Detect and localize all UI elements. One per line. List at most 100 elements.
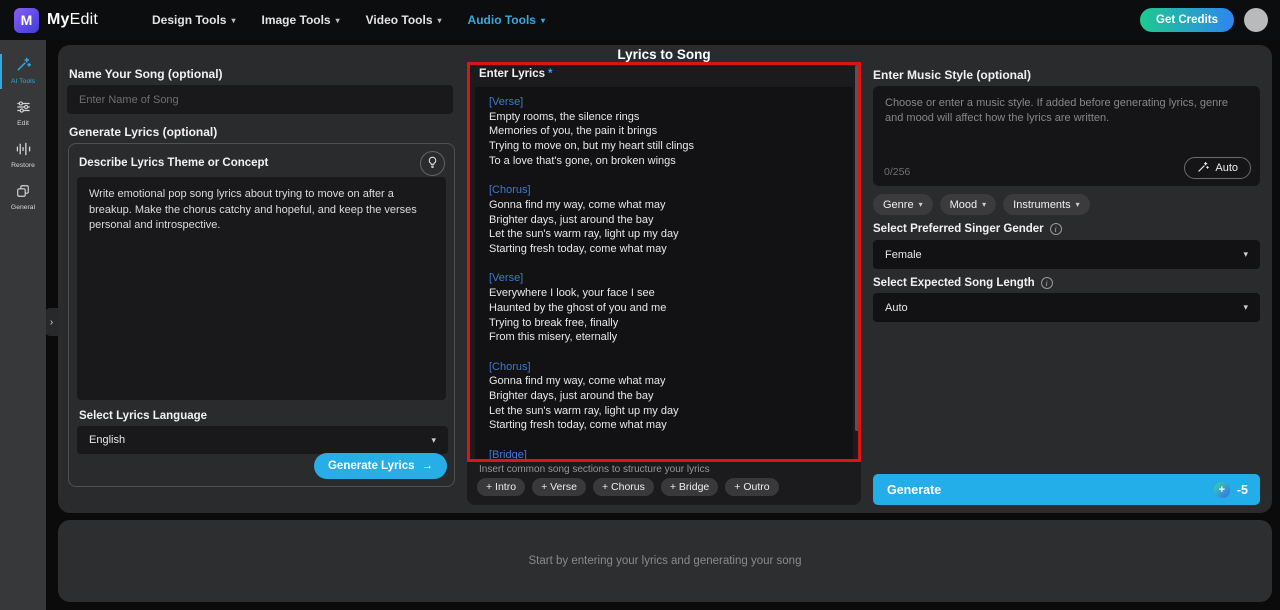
music-style-label: Enter Music Style (optional) — [873, 68, 1032, 82]
lyrics-section-tag: [Verse] — [489, 96, 524, 108]
brand-bold: My — [47, 11, 70, 28]
lyrics-line: From this misery, eternally — [489, 331, 618, 344]
sliders-icon — [16, 100, 31, 117]
lyrics-line: Gonna find my way, come what may — [489, 198, 666, 211]
arrow-right-icon: → — [421, 460, 434, 472]
lyrics-line: Brighter days, just around the bay — [489, 390, 654, 403]
myedit-logo-icon[interactable]: M — [14, 7, 39, 33]
sidebar-item-label: Edit — [17, 120, 29, 127]
lyrics-section: [Chorus] Gonna find my way, come what may… — [489, 360, 839, 434]
lyrics-section-tag: [Bridge] — [489, 448, 527, 460]
singer-gender-label-row: Select Preferred Singer Gender i — [873, 223, 1062, 235]
song-length-select[interactable]: Auto ▾ — [873, 293, 1260, 322]
lyrics-section: [Chorus] Gonna find my way, come what may… — [489, 183, 839, 257]
chevron-down-icon: ▾ — [335, 15, 340, 25]
singer-gender-label: Select Preferred Singer Gender — [873, 223, 1044, 235]
user-avatar[interactable] — [1244, 8, 1268, 32]
page-title: Lyrics to Song — [617, 47, 711, 62]
credit-cost-group: + -5 — [1213, 481, 1248, 498]
lyrics-language-select[interactable]: English ▾ — [77, 426, 448, 454]
menu-audio-tools[interactable]: Audio Tools ▾ — [468, 13, 545, 27]
length-value: Auto — [885, 301, 908, 314]
generate-song-button[interactable]: Generate + -5 — [873, 474, 1260, 505]
sidebar-item-label: AI Tools — [10, 78, 36, 85]
music-style-placeholder: Choose or enter a music style. If added … — [885, 97, 1229, 124]
chevron-down-icon: ▾ — [540, 15, 545, 25]
generate-lyrics-button[interactable]: Generate Lyrics → — [313, 453, 447, 479]
insert-bridge-button[interactable]: + Bridge — [660, 478, 719, 496]
song-length-label: Select Expected Song Length — [873, 277, 1035, 289]
sidebar-collapse-handle[interactable]: › — [45, 308, 58, 336]
insert-chorus-button[interactable]: + Chorus — [592, 478, 654, 496]
lyrics-line: Let the sun's warm ray, light up my day — [489, 228, 679, 241]
song-name-input[interactable] — [67, 85, 453, 114]
result-panel: Start by entering your lyrics and genera… — [58, 520, 1272, 602]
describe-theme-label: Describe Lyrics Theme or Concept — [79, 157, 269, 169]
lyrics-line: Trying to break free, finally — [489, 316, 619, 329]
layers-icon — [16, 184, 30, 201]
chevron-down-icon: ▾ — [982, 200, 987, 209]
lyrics-language-label: Select Lyrics Language — [79, 410, 208, 422]
singer-gender-select[interactable]: Female ▾ — [873, 240, 1260, 269]
song-section-buttons: + Intro + Verse + Chorus + Bridge + Outro — [477, 478, 779, 496]
auto-button-label: Auto — [1215, 162, 1238, 174]
lyrics-line: Brighter days, just around the bay — [489, 213, 654, 226]
required-asterisk: * — [548, 68, 553, 80]
sidebar-item-restore[interactable]: Restore — [0, 135, 46, 177]
mood-dropdown[interactable]: Mood ▾ — [939, 194, 997, 215]
menu-image-tools[interactable]: Image Tools ▾ — [261, 13, 339, 27]
sidebar-item-label: Restore — [11, 162, 35, 169]
navbar-right: Get Credits — [1140, 8, 1280, 32]
lyrics-line: Let the sun's warm ray, light up my day — [489, 404, 679, 417]
info-icon[interactable]: i — [1049, 223, 1062, 235]
insert-verse-button[interactable]: + Verse — [532, 478, 586, 496]
lightbulb-icon — [426, 156, 439, 172]
lyrics-line: Gonna find my way, come what may — [489, 375, 666, 388]
lyrics-section-tag: [Chorus] — [489, 184, 531, 197]
auto-style-button[interactable]: Auto — [1184, 157, 1251, 179]
lyrics-line: Trying to move on, but my heart still cl… — [489, 140, 695, 153]
left-sidebar: AI Tools Edit Restore General — [0, 40, 46, 610]
insert-outro-button[interactable]: + Outro — [725, 478, 779, 496]
generate-button-label: Generate — [887, 482, 942, 497]
chevron-down-icon: ▾ — [918, 200, 923, 209]
chevron-down-icon: ▾ — [1075, 200, 1080, 209]
get-credits-button[interactable]: Get Credits — [1140, 8, 1234, 32]
lyrics-panel: Enter Lyrics * [Verse] Empty rooms, the si… — [467, 62, 861, 505]
chevron-down-icon: ▾ — [1243, 302, 1248, 312]
logo-letter: M — [20, 12, 33, 28]
credit-coin-icon: + — [1213, 481, 1230, 498]
brand-name[interactable]: MyEdit — [47, 11, 98, 29]
instruments-dropdown[interactable]: Instruments ▾ — [1003, 194, 1090, 215]
top-navbar: M MyEdit Design Tools ▾ Image Tools ▾ Video … — [0, 0, 1280, 40]
language-value: English — [89, 434, 126, 446]
sidebar-item-ai-tools[interactable]: AI Tools — [0, 50, 46, 93]
menu-design-tools[interactable]: Design Tools ▾ — [152, 13, 235, 27]
lyrics-line: Everywhere I look, your face I see — [489, 287, 655, 300]
lyrics-idea-button[interactable] — [420, 151, 445, 176]
lyrics-line: Haunted by the ghost of you and me — [489, 301, 667, 314]
chevron-down-icon: ▾ — [431, 434, 436, 445]
lyrics-line: Starting fresh today, come what may — [489, 243, 667, 256]
chevron-down-icon: ▾ — [437, 15, 442, 25]
credit-cost: -5 — [1236, 482, 1248, 497]
insert-sections-hint: Insert common song sections to structure… — [479, 464, 710, 475]
lyrics-section-tag: [Verse] — [489, 272, 524, 285]
genre-dropdown[interactable]: Genre ▾ — [873, 194, 933, 215]
lyrics-line: Starting fresh today, come what may — [489, 419, 667, 432]
lyrics-scrollbar[interactable] — [855, 65, 859, 431]
generate-lyrics-box: Describe Lyrics Theme or Concept Write e… — [68, 143, 455, 487]
menu-video-tools[interactable]: Video Tools ▾ — [366, 13, 442, 27]
song-length-label-row: Select Expected Song Length i — [873, 277, 1053, 289]
insert-intro-button[interactable]: + Intro — [477, 478, 526, 496]
music-style-textarea[interactable]: Choose or enter a music style. If added … — [873, 86, 1260, 186]
generate-lyrics-label: Generate Lyrics (optional) — [69, 125, 218, 139]
lyrics-textarea[interactable]: [Verse] Empty rooms, the silence rings Mem… — [475, 87, 853, 460]
sidebar-item-edit[interactable]: Edit — [0, 93, 46, 135]
style-filter-pills: Genre ▾ Mood ▾ Instruments ▾ — [873, 194, 1090, 215]
sidebar-item-general[interactable]: General — [0, 177, 46, 219]
navbar-left: M MyEdit Design Tools ▾ Image Tools ▾ Video … — [0, 7, 545, 33]
info-icon[interactable]: i — [1040, 277, 1053, 289]
lyrics-theme-textarea[interactable]: Write emotional pop song lyrics about tr… — [77, 177, 446, 400]
main-panel: Lyrics to Song Name Your Song (optional)… — [58, 45, 1272, 513]
